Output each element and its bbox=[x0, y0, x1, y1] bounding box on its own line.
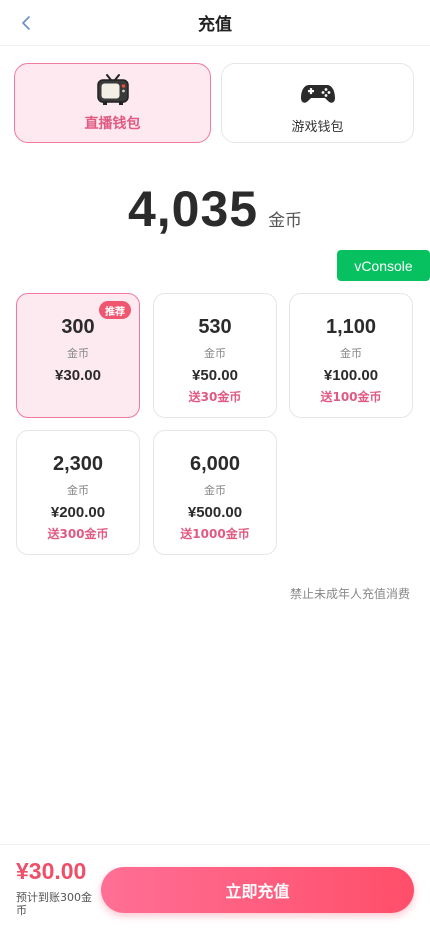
package-coins: 300 bbox=[61, 316, 95, 338]
bottom-bar: ¥30.00 预计到账300金币 立即充值 bbox=[0, 845, 430, 932]
package-coins: 2,300 bbox=[52, 453, 104, 475]
recharge-now-button[interactable]: 立即充值 bbox=[101, 867, 414, 913]
expected-coins: 预计到账300金币 bbox=[16, 891, 92, 917]
package-card[interactable]: 530 金币 ¥50.00 送30金币 bbox=[153, 293, 277, 418]
package-bonus: 送300金币 bbox=[47, 527, 109, 541]
recommended-badge: 推荐 bbox=[99, 301, 131, 319]
chevron-left-icon bbox=[22, 16, 30, 30]
package-price: ¥500.00 bbox=[187, 504, 243, 521]
package-card[interactable]: 1,100 金币 ¥100.00 送100金币 bbox=[289, 293, 413, 418]
tab-game-wallet-label: 游戏钱包 bbox=[291, 119, 344, 135]
package-price: ¥100.00 bbox=[323, 367, 379, 384]
recharge-page: 充值 直播钱包 游戏钱包 4,035 金币 vConsole 推荐 300 金币… bbox=[0, 0, 430, 932]
minor-notice: 禁止未成年人充值消费 bbox=[289, 587, 410, 601]
package-coins: 530 bbox=[198, 316, 232, 338]
balance-unit: 金币 bbox=[268, 211, 303, 231]
page-title: 充值 bbox=[198, 15, 232, 35]
package-card[interactable]: 推荐 300 金币 ¥30.00 bbox=[16, 293, 140, 418]
package-unit: 金币 bbox=[67, 347, 89, 360]
gamepad-icon bbox=[300, 84, 335, 103]
package-bonus: 送100金币 bbox=[320, 390, 382, 404]
package-price: ¥50.00 bbox=[192, 367, 238, 384]
package-price: ¥200.00 bbox=[50, 504, 106, 521]
tab-live-wallet-label: 直播钱包 bbox=[84, 116, 141, 132]
package-bonus: 送30金币 bbox=[188, 390, 242, 404]
package-unit: 金币 bbox=[340, 347, 362, 360]
package-unit: 金币 bbox=[204, 484, 226, 497]
top-bar: 充值 bbox=[0, 0, 430, 46]
package-card[interactable]: 2,300 金币 ¥200.00 送300金币 bbox=[16, 430, 140, 555]
tab-game-wallet[interactable]: 游戏钱包 bbox=[221, 63, 414, 143]
package-card[interactable]: 6,000 金币 ¥500.00 送1000金币 bbox=[153, 430, 277, 555]
coin-balance: 4,035 金币 bbox=[0, 180, 430, 238]
tv-icon bbox=[96, 74, 129, 105]
package-unit: 金币 bbox=[67, 484, 89, 497]
balance-amount: 4,035 bbox=[127, 181, 259, 237]
back-button[interactable] bbox=[12, 9, 40, 37]
package-price: ¥30.00 bbox=[55, 367, 101, 384]
package-coins: 6,000 bbox=[189, 453, 241, 475]
tab-live-wallet[interactable]: 直播钱包 bbox=[14, 63, 211, 143]
package-coins: 1,100 bbox=[325, 316, 377, 338]
total-price: ¥30.00 bbox=[16, 858, 87, 884]
package-unit: 金币 bbox=[204, 347, 226, 360]
package-bonus: 送1000金币 bbox=[180, 527, 250, 541]
vconsole-button[interactable]: vConsole bbox=[337, 250, 430, 281]
